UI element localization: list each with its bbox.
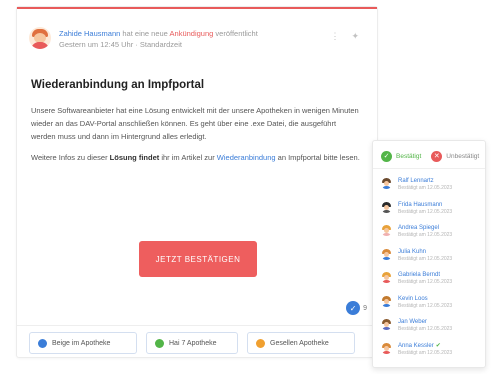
pharmacy-label-1: Beige im Apotheke <box>52 339 111 347</box>
person-text: Andrea Spiegel Bestätigt am 12.05.2023 <box>398 224 452 239</box>
person-text: Anna Kessler ✔ Bestätigt am 12.05.2023 <box>398 342 452 357</box>
body-paragraph-2: Weitere Infos zu dieser Lösung findet ih… <box>31 151 361 164</box>
orange-dot-icon <box>256 338 265 348</box>
footer-divider <box>17 325 377 326</box>
pharmacy-button-2[interactable]: Hai 7 Apotheke <box>146 332 238 354</box>
p2-post: an Impfportal bitte lesen. <box>277 153 360 162</box>
author-avatar[interactable] <box>29 27 51 49</box>
announcement-tag[interactable]: Ankündigung <box>170 29 214 38</box>
person-name: Andrea Spiegel <box>398 225 440 231</box>
post-meta: Zahide Hausmann hat eine neue Ankündigun… <box>59 28 329 50</box>
avatar <box>381 272 392 283</box>
person-text: Julia Kuhn Bestätigt am 12.05.2023 <box>398 248 452 263</box>
cross-icon: ✕ <box>431 150 443 162</box>
tab-confirmed[interactable]: ✓ Bestätigt <box>381 150 422 162</box>
reaction-indicator[interactable]: ✓ 9 <box>346 301 367 315</box>
tab-unconfirmed-label: Unbestätigt <box>446 152 480 160</box>
pharmacy-footer: Beige im Apotheke Hai 7 Apotheke Geselle… <box>29 332 355 354</box>
person-status: Bestätigt am 12.05.2023 <box>398 255 453 262</box>
person-status: Bestätigt am 12.05.2023 <box>398 279 453 285</box>
person-name: Kevin Loos <box>398 295 428 302</box>
p2-mid: ihr im Artikel zur <box>161 153 215 162</box>
confirm-button[interactable]: JETZT BESTÄTIGEN <box>139 241 257 277</box>
pharmacy-button-1[interactable]: Beige im Apotheke <box>29 332 137 354</box>
list-item[interactable]: Kevin Loos Bestätigt am 12.05.2023 <box>381 295 479 319</box>
list-item[interactable]: Andrea Spiegel Bestätigt am 12.05.2023 <box>381 224 479 248</box>
confirmation-panel: ✓ Bestätigt ✕ Unbestätigt Ralf Lennartz B… <box>372 140 486 368</box>
avatar <box>381 248 392 260</box>
person-name: Gabriela Berndt <box>398 272 441 278</box>
post-timestamp: Gestern um 12:45 Uhr · Standardzeit <box>59 40 182 49</box>
person-name: Ralf Lennartz <box>398 178 434 184</box>
green-dot-icon <box>155 338 164 348</box>
list-item[interactable]: Jan Weber Bestätigt am 12.05.2023 <box>381 318 479 342</box>
list-item[interactable]: Gabriela Berndt Bestätigt am 12.05.2023 <box>381 271 479 295</box>
pharmacy-button-3[interactable]: Gesellen Apotheke <box>247 332 355 354</box>
person-status: Bestätigt am 12.05.2023 <box>398 326 453 332</box>
list-item[interactable]: Ralf Lennartz Bestätigt am 12.05.2023 <box>381 177 479 201</box>
person-status: Bestätigt am 12.05.2023 <box>398 208 453 215</box>
pharmacy-label-2: Hai 7 Apotheke <box>169 339 217 347</box>
person-status: Bestätigt am 12.05.2023 <box>398 232 453 238</box>
p2-bold: Lösung findet <box>109 153 160 162</box>
post-header: Zahide Hausmann hat eine neue Ankündigun… <box>29 25 365 59</box>
person-status: Bestätigt am 12.05.2023 <box>398 349 453 356</box>
meta-text: hat eine neue <box>122 29 168 38</box>
avatar <box>381 295 392 307</box>
list-item[interactable]: Frida Hausmann Bestätigt am 12.05.2023 <box>381 201 479 225</box>
avatar <box>381 342 392 354</box>
panel-divider <box>373 168 485 169</box>
avatar <box>381 178 392 189</box>
post-title: Wiederanbindung an Impfportal <box>31 79 205 91</box>
author-link[interactable]: Zahide Hausmann <box>59 29 120 38</box>
person-text: Ralf Lennartz Bestätigt am 12.05.2023 <box>398 177 452 192</box>
article-link[interactable]: Wiederanbindung <box>217 153 276 162</box>
pharmacy-label-3: Gesellen Apotheke <box>270 339 329 347</box>
people-list: Ralf Lennartz Bestätigt am 12.05.2023 Frid… <box>381 177 479 365</box>
tab-confirmed-label: Bestätigt <box>396 152 422 160</box>
person-text: Kevin Loos Bestätigt am 12.05.2023 <box>398 295 452 310</box>
list-item[interactable]: Julia Kuhn Bestätigt am 12.05.2023 <box>381 248 479 272</box>
post-body: Unsere Softwareanbieter hat eine Lösung … <box>31 104 361 164</box>
avatar <box>381 319 392 330</box>
person-status: Bestätigt am 12.05.2023 <box>398 302 453 309</box>
person-name: Julia Kuhn <box>398 248 427 255</box>
person-name: Jan Weber <box>398 319 427 325</box>
reaction-count: 9 <box>363 304 367 312</box>
person-text: Frida Hausmann Bestätigt am 12.05.2023 <box>398 201 452 216</box>
reaction-icon: ✓ <box>346 301 361 315</box>
person-name: Anna Kessler ✔ <box>398 342 441 349</box>
person-text: Gabriela Berndt Bestätigt am 12.05.2023 <box>398 271 452 286</box>
blue-dot-icon <box>38 338 47 348</box>
avatar <box>381 225 392 236</box>
accent-bar <box>17 7 377 9</box>
avatar <box>381 201 392 213</box>
panel-tabs: ✓ Bestätigt ✕ Unbestätigt <box>381 149 479 163</box>
list-item[interactable]: Anna Kessler ✔ Bestätigt am 12.05.2023 <box>381 342 479 366</box>
settings-icon[interactable]: ✦ <box>351 31 359 42</box>
person-name: Frida Hausmann <box>398 201 443 208</box>
body-paragraph-1: Unsere Softwareanbieter hat eine Lösung … <box>31 106 359 141</box>
announcement-card: Zahide Hausmann hat eine neue Ankündigun… <box>16 6 378 358</box>
more-options-icon[interactable]: ⋮ <box>330 31 339 42</box>
header-actions: ⋮ ✦ <box>330 31 359 42</box>
tab-unconfirmed[interactable]: ✕ Unbestätigt <box>431 150 480 162</box>
person-status: Bestätigt am 12.05.2023 <box>398 185 453 191</box>
check-icon: ✓ <box>381 150 392 162</box>
verified-icon: ✔ <box>435 342 441 349</box>
p2-pre: Weitere Infos zu dieser <box>31 153 108 162</box>
person-text: Jan Weber Bestätigt am 12.05.2023 <box>398 318 452 333</box>
meta-tail: veröffentlicht <box>215 29 258 38</box>
